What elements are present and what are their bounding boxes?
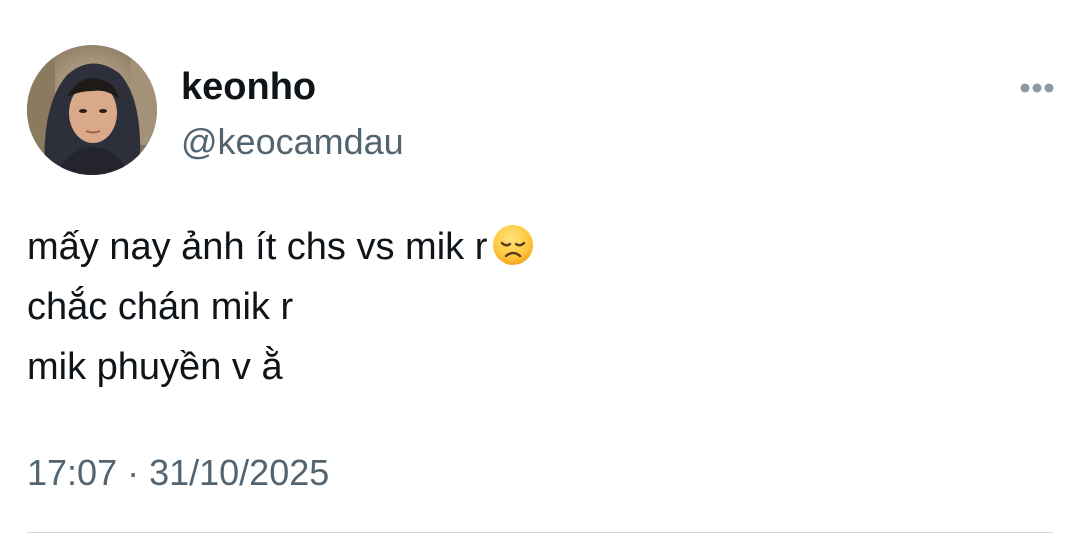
disappointed-face-icon [493,225,534,265]
profile-photo-icon [27,45,157,175]
more-horizontal-icon [1020,83,1054,93]
tweet-line: mik phuyền v ằ [27,346,283,388]
tweet-line-text: mấy nay ảnh ít chs vs mik r [27,226,488,268]
divider [27,532,1053,533]
tweet-line: mấy nay ảnh ít chs vs mik r [27,217,535,277]
author-handle[interactable]: @keocamdau [181,120,404,164]
tweet-text: mấy nay ảnh ít chs vs mik r chắc chán mi… [27,217,535,397]
avatar[interactable] [27,45,157,175]
tweet-timestamp[interactable]: 17:07 · 31/10/2025 [27,451,329,495]
author-display-name[interactable]: keonho [181,64,316,110]
tweet-line: chắc chán mik r [27,286,294,328]
tweet-card: keonho @keocamdau mấy nay ảnh ít chs vs … [0,0,1080,541]
more-options-button[interactable] [1013,76,1061,100]
